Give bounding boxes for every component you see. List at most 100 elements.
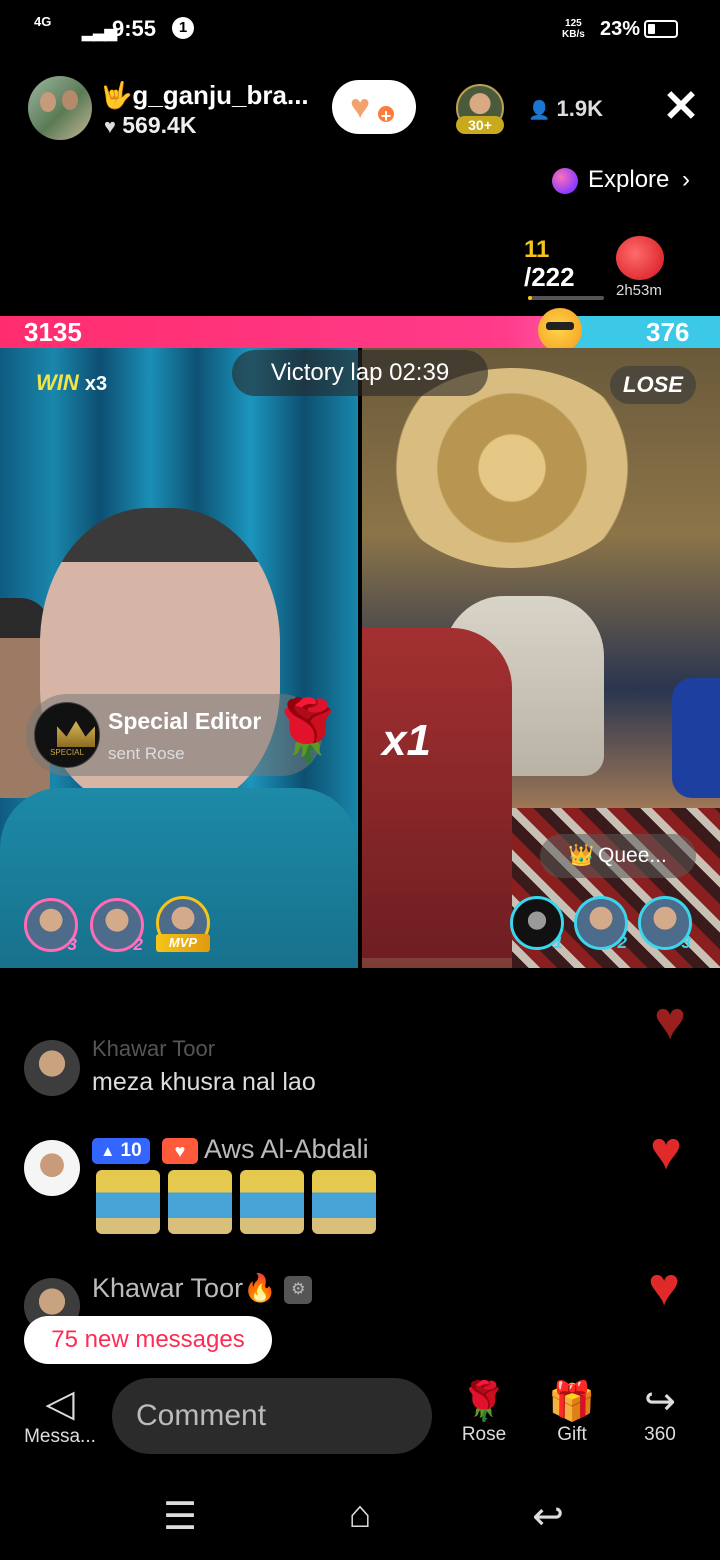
fan-club-badge: ♥ [162,1138,198,1164]
menu-icon[interactable]: ☰ [150,1494,210,1539]
chat-username: Khawar Toor [92,1273,244,1303]
right-gifter[interactable]: 3 [638,896,692,952]
share-count: 360 [644,1424,676,1445]
floating-heart-icon: ♥ [654,991,687,1051]
right-gifter[interactable]: 1 [510,896,564,952]
network-speed: 125 KB/s [562,18,585,40]
gift-label: Gift [557,1424,587,1445]
floating-heart-icon: ♥ [648,1257,681,1317]
notification-badge: 1 [172,17,194,39]
left-score: 3135 [24,317,82,347]
viewer-count[interactable]: 👤 1.9K [528,96,603,122]
chat-sticker [96,1170,160,1234]
host-name-text: g_ganju_bra... [132,80,309,110]
chat-username-row[interactable]: Khawar Toor🔥 ⚙ [92,1272,313,1304]
cool-emoji-icon [538,308,582,352]
network-type: 4G [34,14,52,29]
explore-label: Explore [588,166,670,193]
rank-total[interactable]: /222 [524,262,575,293]
battery-icon [644,20,678,38]
paper-plane-icon: ◁ [45,1383,75,1425]
plus-icon: + [376,104,396,126]
floating-heart-icon: ♥ [650,1121,683,1181]
left-gifter[interactable]: 3 [24,898,78,954]
heart-icon: ♥ [174,1141,186,1161]
person-icon: 👤 [528,100,551,120]
rose-icon: 🌹 [460,1381,508,1423]
comment-input[interactable]: Comment [112,1378,432,1454]
heart-icon: ♥ [104,116,116,138]
new-messages-button[interactable]: 75 new messages [24,1316,272,1364]
level-badge-text: 10 [120,1140,142,1161]
right-score: 376 [646,317,690,347]
sender-logo: SPECIAL [34,702,100,768]
rose-button[interactable]: 🌹 Rose [446,1380,522,1446]
level-badge: ▲ 10 [92,1138,150,1164]
gifter-rank: 2 [617,933,627,952]
gift-combo: x1 [382,716,431,765]
lose-tag: LOSE [610,366,696,404]
gifter-rank: 3 [67,935,77,954]
planet-icon [552,167,578,194]
crown-icon [57,721,95,747]
viewer-count-text: 1.9K [556,96,604,121]
battle-score-bar [0,316,720,348]
chat-message: meza khusra nal lao [92,1068,316,1096]
chat-avatar[interactable] [24,1140,80,1196]
gift-button[interactable]: 🎁 Gift [534,1380,610,1446]
gifter-rank: 3 [681,933,691,952]
host-name[interactable]: 🤟g_ganju_bra... [100,80,309,111]
tomato-event-icon[interactable] [616,236,664,280]
sender-logo-text: SPECIAL [50,748,84,757]
gift-icon: 🎁 [548,1381,596,1423]
opponent-name: Quee... [598,844,667,867]
right-score-fill [566,316,720,348]
chat-username[interactable]: Aws Al-Abdali [204,1134,369,1165]
rank-progress [528,296,604,300]
chat-sticker [312,1170,376,1234]
crown-icon: 👑 [568,844,595,867]
clock: 9:55 [112,16,157,41]
gift-action: sent Rose [108,744,185,763]
home-icon[interactable]: ⌂ [330,1494,390,1537]
level-icon: ▲ [100,1143,116,1160]
victory-lap-timer: Victory lap 02:39 [232,350,488,396]
chat-avatar[interactable] [24,1040,80,1096]
rank-current: 11 [524,236,550,263]
fire-icon: 🔥 [243,1273,277,1303]
network-speed-unit: KB/s [562,29,585,40]
status-bar: 4G ▂▃▅ 9:55 1 125 KB/s 23% [0,0,720,60]
left-video-stream[interactable] [0,348,358,968]
gifter-rank: 2 [133,935,143,954]
right-gifter[interactable]: 2 [574,896,628,952]
gifter-rank: 1 [553,933,563,952]
rose-gift-icon: 🌹 [270,697,345,764]
signal-icon: ▂▃▅ [82,24,117,41]
gift-sender: Special Editor [108,708,262,734]
chevron-right-icon: › [682,166,691,193]
share-arrow-icon: ↪ [644,1381,676,1423]
moderator-icon: ⚙ [284,1275,313,1304]
chat-sticker [168,1170,232,1234]
host-likes-count: 569.4K [122,112,197,138]
rank-progress-fill [528,296,532,300]
rose-label: Rose [461,1424,507,1445]
host-avatar[interactable] [28,76,92,140]
follow-button[interactable]: ♥ + [332,80,416,134]
chat-username[interactable]: Khawar Toor [92,1036,215,1062]
battery-percent: 23% [600,18,641,40]
rock-hand-icon: 🤟 [100,80,133,110]
messages-label: Messa... [24,1426,96,1447]
mvp-badge: MVP [156,934,210,952]
close-icon: ✕ [662,82,700,131]
left-gifter[interactable]: 2 [90,898,144,954]
explore-button[interactable]: Explore › [552,166,690,198]
opponent-name-pill[interactable]: 👑 Quee... [540,834,696,878]
messages-button[interactable]: ◁ Messa... [20,1382,100,1448]
top-viewer-badge: 30+ [456,116,504,134]
share-button[interactable]: ↪ 360 [622,1380,698,1446]
close-button[interactable]: ✕ [660,85,702,129]
network-speed-value: 125 [565,18,582,29]
host-likes: ♥ 569.4K [104,112,196,139]
back-icon[interactable]: ↩ [518,1494,578,1539]
